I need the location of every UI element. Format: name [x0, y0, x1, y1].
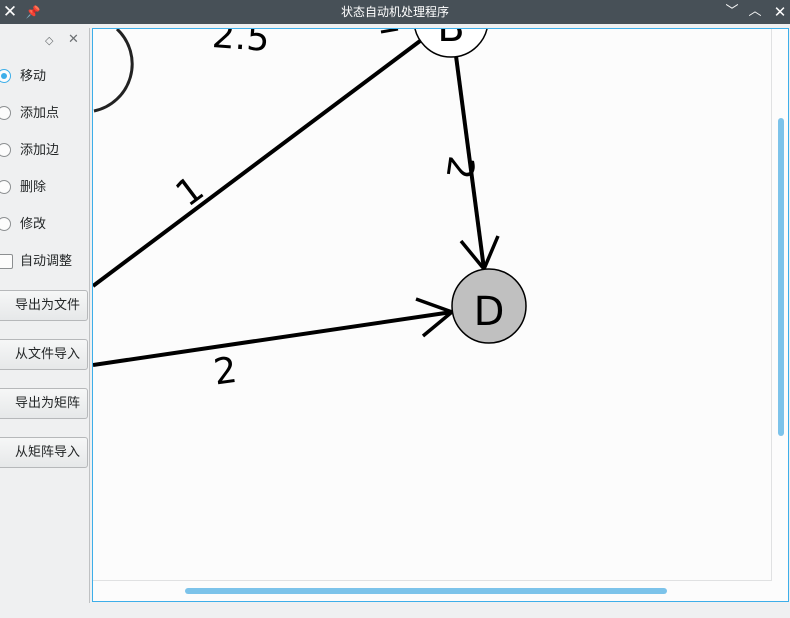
edge-label-to-d: 2: [211, 350, 239, 394]
import-file-button[interactable]: 从文件导入: [0, 339, 88, 370]
auto-adjust-label: 自动调整: [20, 254, 73, 269]
radio-indicator[interactable]: [0, 180, 11, 194]
close-window-icon[interactable]: ✕: [771, 0, 789, 24]
dock-close-icon[interactable]: ✕: [68, 32, 79, 47]
edge-label-2-5: 2.5: [211, 29, 271, 60]
self-loop-edge[interactable]: [93, 29, 134, 113]
edge-label-to-b: 1: [169, 169, 212, 216]
checkbox-indicator[interactable]: [0, 254, 13, 269]
edge-to-b[interactable]: [93, 39, 422, 288]
export-file-button[interactable]: 导出为文件: [0, 290, 88, 321]
mode-label: 移动: [20, 69, 47, 84]
node-b-label: B: [437, 29, 464, 51]
graph-canvas[interactable]: B D 2.5 1 2 2: [92, 28, 789, 602]
radio-indicator[interactable]: [0, 143, 11, 157]
auto-adjust-checkbox[interactable]: 自动调整: [0, 252, 88, 272]
horizontal-scrollbar[interactable]: [185, 588, 667, 594]
radio-indicator[interactable]: [0, 217, 11, 231]
mode-delete-radio[interactable]: 删除: [0, 178, 88, 198]
mode-move-radio[interactable]: 移动: [0, 67, 88, 87]
canvas-border-right: [771, 29, 772, 581]
vertical-scrollbar[interactable]: [778, 118, 784, 436]
radio-indicator[interactable]: [0, 106, 11, 120]
edge-to-b-arrowhead: [380, 29, 399, 34]
mode-label: 添加点: [20, 106, 60, 121]
node-d-label: D: [474, 289, 505, 335]
maximize-icon[interactable]: ︿: [745, 0, 765, 24]
edge-to-d[interactable]: [93, 310, 453, 367]
tool-dock: ◇ ✕ 移动 添加点 添加边 删除 修改 自动调整 导出为文件 从文件导入 导出…: [0, 28, 90, 603]
edge-label-b-to-d: 2: [437, 153, 481, 181]
canvas-border-bottom: [93, 580, 772, 581]
radio-indicator[interactable]: [0, 69, 11, 83]
mode-label: 删除: [20, 180, 47, 195]
minimize-icon[interactable]: ﹀: [722, 0, 742, 24]
mode-add-edge-radio[interactable]: 添加边: [0, 141, 88, 161]
export-matrix-button[interactable]: 导出为矩阵: [0, 388, 88, 419]
title-bar: ✕ 📌 状态自动机处理程序 ﹀ ︿ ✕: [0, 0, 790, 24]
window-title: 状态自动机处理程序: [340, 5, 449, 19]
mode-label: 添加边: [20, 143, 60, 158]
float-icon[interactable]: ◇: [45, 34, 53, 47]
mode-modify-radio[interactable]: 修改: [0, 215, 88, 235]
graph-svg[interactable]: B D 2.5 1 2 2: [93, 29, 789, 602]
mode-add-node-radio[interactable]: 添加点: [0, 104, 88, 124]
mode-label: 修改: [20, 217, 47, 232]
import-matrix-button[interactable]: 从矩阵导入: [0, 437, 88, 468]
